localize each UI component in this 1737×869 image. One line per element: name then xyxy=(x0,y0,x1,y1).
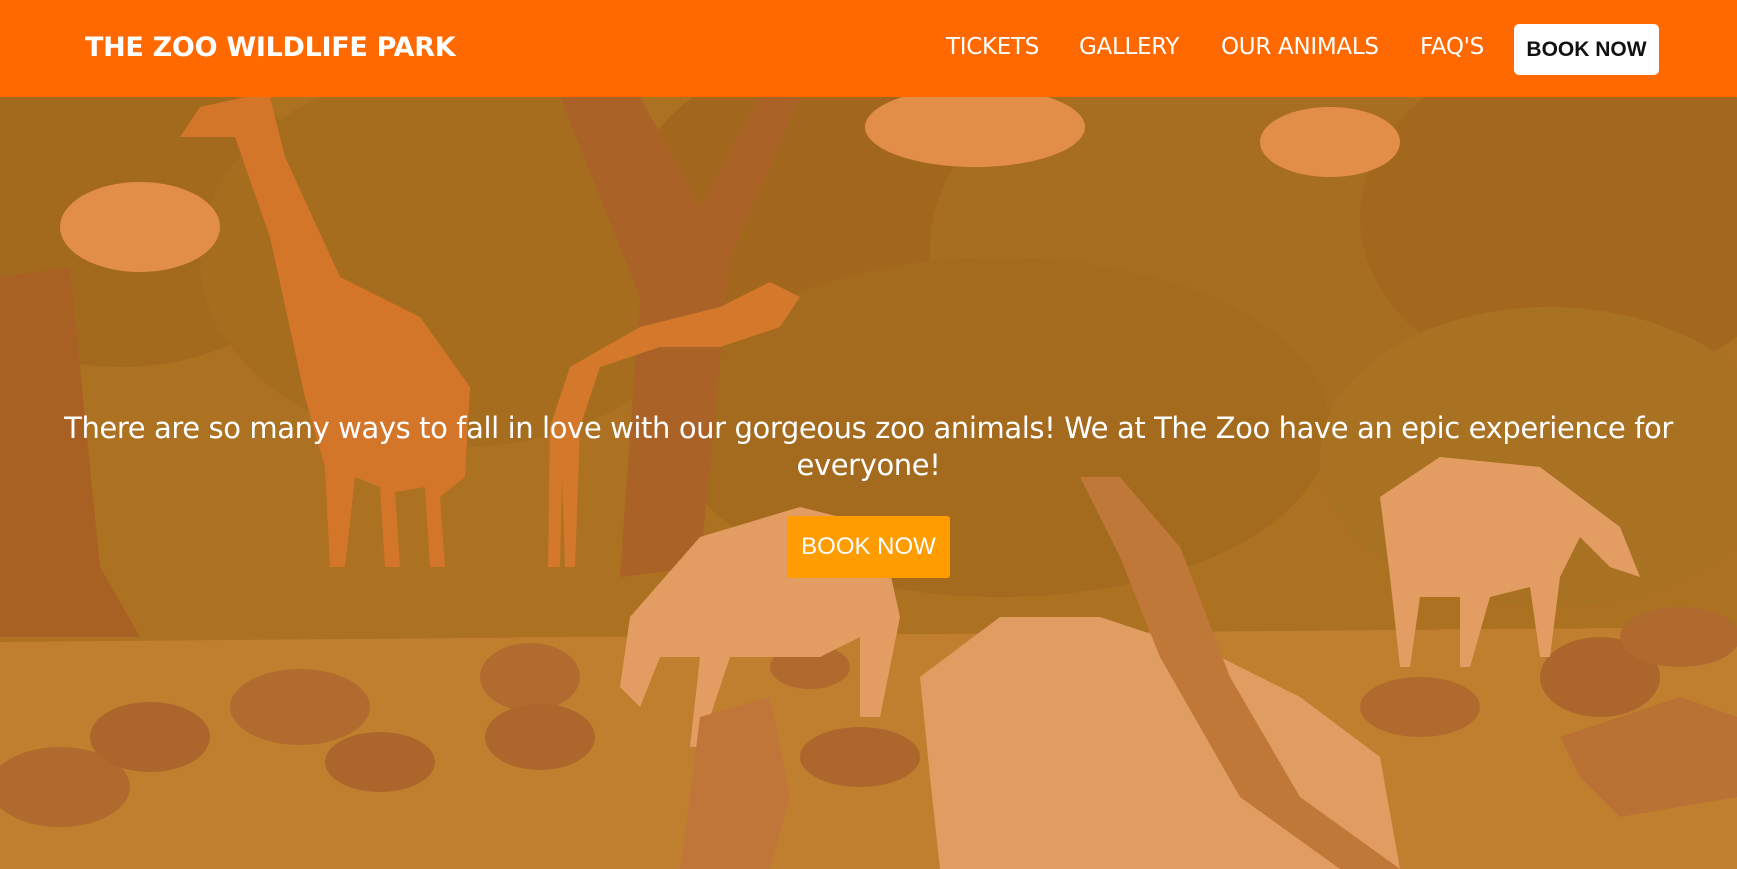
page: THE ZOO WILDLIFE PARK TICKETS GALLERY OU… xyxy=(0,0,1737,869)
nav-link-tickets[interactable]: TICKETS xyxy=(946,32,1039,62)
nav-book-now-button[interactable]: BOOK NOW xyxy=(1514,24,1659,75)
hero-message: There are so many ways to fall in love w… xyxy=(64,411,1673,482)
hero-section: There are so many ways to fall in love w… xyxy=(0,97,1737,869)
navbar: THE ZOO WILDLIFE PARK TICKETS GALLERY OU… xyxy=(0,0,1737,97)
nav-link-gallery[interactable]: GALLERY xyxy=(1079,32,1179,62)
nav-link-faqs[interactable]: FAQ'S xyxy=(1420,32,1484,62)
hero-book-now-button[interactable]: BOOK NOW xyxy=(787,516,950,578)
site-logo-text[interactable]: THE ZOO WILDLIFE PARK xyxy=(85,30,456,66)
nav-link-our-animals[interactable]: OUR ANIMALS xyxy=(1221,32,1379,62)
